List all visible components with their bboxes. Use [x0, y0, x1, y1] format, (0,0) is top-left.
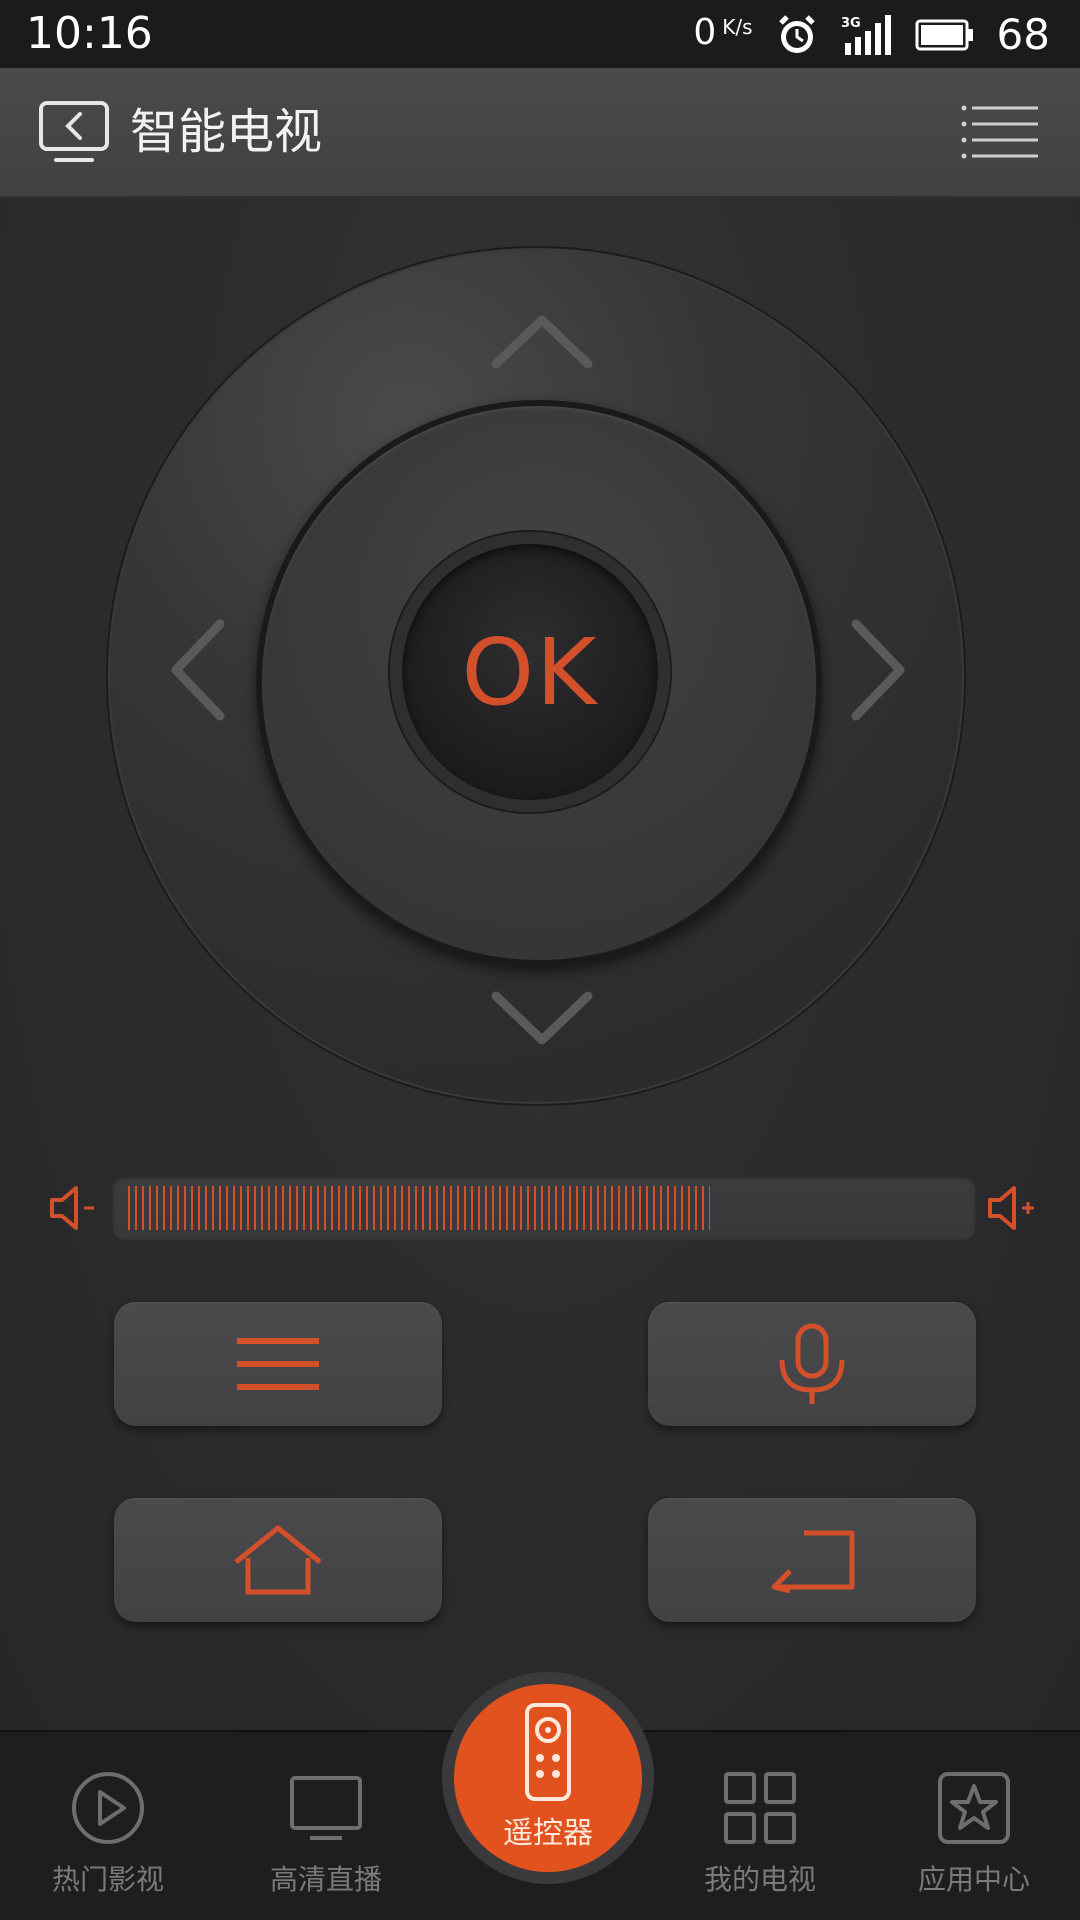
star-icon [938, 1772, 1010, 1844]
back-button[interactable] [648, 1498, 976, 1622]
page-title: 智能电视 [130, 104, 323, 160]
status-icons: 0 K/s 3G 68 [693, 10, 1050, 60]
menu-lines-icon [237, 1338, 319, 1390]
play-circle-icon [72, 1772, 144, 1844]
return-icon [771, 1530, 855, 1594]
remote-icon [525, 1703, 571, 1801]
battery-level: 68 [996, 10, 1050, 59]
ok-label: OK [461, 618, 599, 726]
dpad-up-button[interactable] [490, 310, 594, 374]
nav-remote-active-circle: 遥控器 [454, 1684, 642, 1872]
nav-hot-videos[interactable]: 热门影视 [8, 1732, 208, 1920]
microphone-icon [779, 1323, 845, 1404]
nav-label: 高清直播 [269, 1863, 382, 1896]
nav-label: 热门影视 [51, 1863, 164, 1896]
volume-level-fill [128, 1186, 710, 1230]
grid-icon [724, 1772, 796, 1844]
volume-slider[interactable] [112, 1176, 976, 1240]
nav-my-tv[interactable]: 我的电视 [660, 1732, 860, 1920]
dpad-down-button[interactable] [490, 986, 594, 1050]
nav-label: 遥控器 [503, 1816, 593, 1851]
status-bar: 10:16 0 K/s 3G 68 [0, 0, 1080, 68]
tv-back-icon[interactable] [38, 100, 114, 170]
dpad-right-button[interactable] [846, 618, 910, 722]
ok-button[interactable]: OK [390, 532, 670, 812]
volume-down-icon[interactable] [46, 1180, 102, 1236]
status-time: 10:16 [26, 8, 153, 59]
alarm-icon [778, 15, 815, 53]
nav-app-center[interactable]: 应用中心 [874, 1732, 1074, 1920]
network-speed-value: 0 [693, 12, 717, 53]
nav-remote[interactable]: 遥控器 [442, 1672, 654, 1884]
volume-up-icon[interactable] [986, 1180, 1042, 1236]
nav-label: 我的电视 [703, 1863, 816, 1896]
volume-control [0, 1168, 1080, 1248]
tv-icon [290, 1776, 362, 1840]
battery-icon [915, 19, 973, 51]
nav-hd-live[interactable]: 高清直播 [226, 1732, 426, 1920]
home-button[interactable] [114, 1498, 442, 1622]
menu-button[interactable] [114, 1302, 442, 1426]
network-speed: 0 K/s [693, 9, 752, 61]
list-menu-icon[interactable] [960, 102, 1040, 162]
dpad-left-button[interactable] [166, 618, 230, 722]
network-speed-unit: K/s [722, 15, 753, 39]
app-header: 智能电视 [0, 68, 1080, 198]
nav-label: 应用中心 [917, 1863, 1030, 1896]
signal-3g-icon: 3G [841, 15, 891, 55]
home-icon [234, 1525, 322, 1595]
network-type-label: 3G [841, 16, 861, 31]
voice-button[interactable] [648, 1302, 976, 1426]
